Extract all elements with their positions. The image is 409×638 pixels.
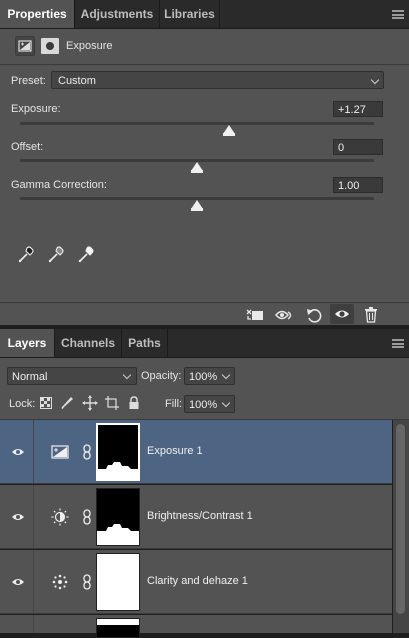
layer-visibility-toggle[interactable] xyxy=(0,550,34,613)
layer-row-brightness-contrast[interactable]: Brightness/Contrast 1 xyxy=(0,485,392,549)
panel-menu-icon[interactable] xyxy=(392,10,404,19)
eye-icon xyxy=(12,449,24,455)
layer-row-partial[interactable] xyxy=(0,615,392,638)
view-previous-state-icon[interactable] xyxy=(275,306,295,327)
offset-field[interactable]: 0 xyxy=(333,139,383,155)
white-point-eyedropper-icon[interactable] xyxy=(76,244,96,267)
tab-paths[interactable]: Paths xyxy=(122,329,168,357)
black-point-eyedropper-icon[interactable] xyxy=(16,244,36,267)
offset-slider-thumb[interactable] xyxy=(191,162,203,173)
layer-mask-thumbnail[interactable] xyxy=(96,423,140,481)
blend-mode-value: Normal xyxy=(12,371,48,383)
layers-tabbar: Layers Channels Paths xyxy=(0,329,409,358)
exposure-slider-track[interactable] xyxy=(20,122,374,125)
layer-visibility-toggle[interactable] xyxy=(0,420,34,483)
lock-transparent-pixels-icon[interactable] xyxy=(40,397,52,412)
exposure-adjustment-icon[interactable] xyxy=(15,36,35,56)
chevron-down-icon xyxy=(221,398,231,408)
adjustment-title: Exposure xyxy=(66,40,113,52)
lock-position-icon[interactable] xyxy=(82,395,98,414)
layer-name: Exposure 1 xyxy=(147,445,203,457)
eye-icon xyxy=(12,579,24,585)
offset-label: Offset: xyxy=(11,141,44,153)
gray-point-eyedropper-icon[interactable] xyxy=(46,244,66,267)
clarity-icon xyxy=(52,574,68,590)
chevron-down-icon xyxy=(221,370,231,380)
tab-channels[interactable]: Channels xyxy=(55,329,122,357)
layer-visibility-toggle[interactable] xyxy=(0,615,34,633)
exposure-adjustment-icon xyxy=(51,445,69,459)
chain-link-icon xyxy=(83,574,91,590)
preset-label: Preset: xyxy=(11,75,46,87)
lock-all-icon[interactable] xyxy=(128,396,140,413)
layer-mask-thumbnail[interactable] xyxy=(96,618,140,638)
chevron-down-icon xyxy=(122,370,132,380)
preset-select[interactable]: Custom xyxy=(51,71,384,89)
visibility-eye-icon xyxy=(335,310,349,318)
clip-to-layer-icon[interactable] xyxy=(245,306,265,327)
fill-field[interactable]: 100% xyxy=(184,395,235,413)
fill-value: 100% xyxy=(189,399,218,411)
visibility-toggle[interactable] xyxy=(330,304,354,324)
divider xyxy=(0,64,409,65)
tab-adjustments[interactable]: Adjustments xyxy=(75,0,160,28)
blend-mode-select[interactable]: Normal xyxy=(7,367,137,385)
tab-layers[interactable]: Layers xyxy=(0,329,55,357)
layers-scrollbar-thumb[interactable] xyxy=(396,424,405,614)
opacity-field[interactable]: 100% xyxy=(184,367,235,385)
properties-tabbar: Properties Adjustments Libraries xyxy=(0,0,409,29)
fill-label: Fill: xyxy=(165,398,183,410)
chevron-down-icon xyxy=(370,75,380,85)
panel-menu-icon[interactable] xyxy=(392,339,404,348)
exposure-field[interactable]: +1.27 xyxy=(333,101,383,117)
divider xyxy=(0,302,409,303)
brightness-contrast-icon xyxy=(51,508,69,526)
exposure-slider-thumb[interactable] xyxy=(222,125,235,136)
gamma-field[interactable]: 1.00 xyxy=(333,177,383,193)
exposure-label: Exposure: xyxy=(11,103,61,115)
layer-row-exposure[interactable]: Exposure 1 xyxy=(0,420,392,484)
layer-name: Clarity and dehaze 1 xyxy=(147,575,248,587)
tab-properties[interactable]: Properties xyxy=(0,0,75,28)
layer-mask-thumbnail[interactable] xyxy=(96,553,140,611)
lock-label: Lock: xyxy=(9,398,36,410)
trash-icon[interactable] xyxy=(363,306,379,327)
layer-visibility-toggle[interactable] xyxy=(0,485,34,548)
eye-icon xyxy=(12,514,24,520)
gamma-label: Gamma Correction: xyxy=(11,179,107,191)
layer-name: Brightness/Contrast 1 xyxy=(147,510,253,522)
chain-link-icon xyxy=(83,509,91,525)
layer-row-clarity-dehaze[interactable]: Clarity and dehaze 1 xyxy=(0,550,392,614)
reset-icon[interactable] xyxy=(305,306,323,327)
chain-link-icon xyxy=(83,444,91,460)
lock-image-pixels-icon[interactable] xyxy=(60,396,74,413)
opacity-label: Opacity: xyxy=(141,370,182,382)
tab-libraries[interactable]: Libraries xyxy=(160,0,220,28)
lock-artboard-icon[interactable] xyxy=(105,396,119,413)
layer-mask-icon[interactable] xyxy=(41,38,59,54)
preset-value: Custom xyxy=(58,75,96,87)
gamma-slider-thumb[interactable] xyxy=(191,200,203,211)
layer-mask-thumbnail[interactable] xyxy=(96,488,140,546)
opacity-value: 100% xyxy=(189,371,218,383)
